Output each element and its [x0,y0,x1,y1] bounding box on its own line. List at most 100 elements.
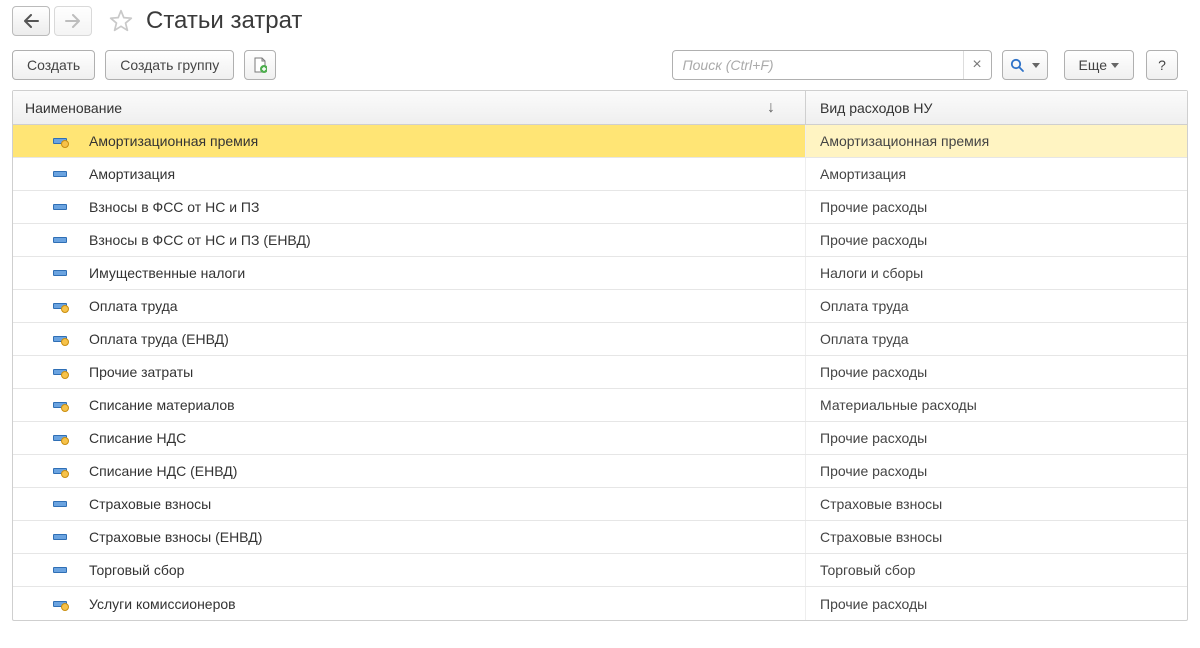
tag-dot-icon [53,336,67,342]
search-menu-button[interactable] [1002,50,1048,80]
row-kind-label: Материальные расходы [820,397,977,413]
table-row[interactable]: Амортизация Амортизация [13,158,1187,191]
create-group-button[interactable]: Создать группу [105,50,234,80]
cell-name: Взносы в ФСС от НС и ПЗ [13,191,805,223]
create-button-label: Создать [27,57,80,73]
item-icon [51,270,69,276]
cell-kind: Страховые взносы [805,488,1187,520]
row-name-label: Оплата труда [89,298,178,314]
row-kind-label: Амортизация [820,166,906,182]
cell-kind: Торговый сбор [805,554,1187,586]
nav-forward-button[interactable] [54,6,92,36]
row-name-label: Амортизация [89,166,175,182]
cell-kind: Прочие расходы [805,587,1187,620]
tag-icon [53,204,67,210]
row-kind-label: Прочие расходы [820,199,927,215]
row-name-label: Услуги комиссионеров [89,596,236,612]
row-name-label: Прочие затраты [89,364,193,380]
row-name-label: Амортизационная премия [89,133,258,149]
column-header-kind-label: Вид расходов НУ [820,100,932,116]
search-input[interactable] [673,57,963,73]
tag-icon [53,270,67,276]
cell-name: Имущественные налоги [13,257,805,289]
row-name-label: Взносы в ФСС от НС и ПЗ (ЕНВД) [89,232,311,248]
import-button[interactable] [244,50,276,80]
column-header-name-label: Наименование [25,100,122,116]
column-header-kind[interactable]: Вид расходов НУ [805,91,1187,124]
tag-dot-icon [53,369,67,375]
table-row[interactable]: Оплата труда (ЕНВД)Оплата труда [13,323,1187,356]
row-name-label: Страховые взносы (ЕНВД) [89,529,262,545]
tag-icon [53,567,67,573]
cell-name: Страховые взносы (ЕНВД) [13,521,805,553]
cell-kind: Прочие расходы [805,422,1187,454]
file-add-icon [253,57,267,73]
item-icon [51,204,69,210]
table-row[interactable]: Взносы в ФСС от НС и ПЗ (ЕНВД) Прочие рас… [13,224,1187,257]
cell-kind: Прочие расходы [805,356,1187,388]
table-row[interactable]: Торговый сбор Торговый сбор [13,554,1187,587]
row-kind-label: Оплата труда [820,298,909,314]
search-clear-button[interactable]: × [963,51,991,79]
chevron-down-icon [1032,63,1040,68]
tag-icon [53,501,67,507]
table-row[interactable]: Списание материаловМатериальные расходы [13,389,1187,422]
tag-dot-icon [53,435,67,441]
nav-back-button[interactable] [12,6,50,36]
more-button-label: Еще [1079,57,1108,73]
favorite-star-icon[interactable] [108,8,134,34]
cell-kind: Оплата труда [805,290,1187,322]
table-row[interactable]: Списание НДС (ЕНВД) Прочие расходы [13,455,1187,488]
more-button[interactable]: Еще [1064,50,1135,80]
page-title: Статьи затрат [146,7,302,35]
row-name-label: Торговый сбор [89,562,184,578]
toolbar: Создать Создать группу × Еще ? [0,46,1200,90]
row-kind-label: Прочие расходы [820,596,927,612]
sort-indicator-icon: ↓ [767,99,775,117]
row-kind-label: Прочие расходы [820,232,927,248]
table-row[interactable]: Амортизационная премия Амортизационная пр… [13,125,1187,158]
row-name-label: Взносы в ФСС от НС и ПЗ [89,199,259,215]
cell-name: Услуги комиссионеров [13,587,805,620]
cell-kind: Амортизационная премия [805,125,1187,157]
cell-name: Списание НДС [13,422,805,454]
row-kind-label: Прочие расходы [820,463,927,479]
item-icon [51,501,69,507]
cell-name: Оплата труда (ЕНВД) [13,323,805,355]
create-button[interactable]: Создать [12,50,95,80]
item-icon [51,237,69,243]
item-icon [51,534,69,540]
item-icon [51,303,69,309]
table-row[interactable]: Оплата труда Оплата труда [13,290,1187,323]
table-row[interactable]: Услуги комиссионеров Прочие расходы [13,587,1187,620]
create-group-button-label: Создать группу [120,57,219,73]
cell-kind: Амортизация [805,158,1187,190]
table-row[interactable]: Страховые взносы Страховые взносы [13,488,1187,521]
row-kind-label: Страховые взносы [820,529,942,545]
search-field[interactable]: × [672,50,992,80]
item-icon [51,171,69,177]
help-button[interactable]: ? [1146,50,1178,80]
cell-kind: Прочие расходы [805,224,1187,256]
close-icon: × [972,56,981,74]
row-kind-label: Прочие расходы [820,364,927,380]
cell-kind: Прочие расходы [805,191,1187,223]
cell-name: Списание НДС (ЕНВД) [13,455,805,487]
item-icon [51,138,69,144]
help-button-label: ? [1158,57,1166,73]
table-row[interactable]: Списание НДС Прочие расходы [13,422,1187,455]
column-header-name[interactable]: Наименование ↓ [13,91,805,124]
table-row[interactable]: Страховые взносы (ЕНВД) Страховые взносы [13,521,1187,554]
row-kind-label: Прочие расходы [820,430,927,446]
row-name-label: Страховые взносы [89,496,211,512]
item-icon [51,468,69,474]
cell-name: Взносы в ФСС от НС и ПЗ (ЕНВД) [13,224,805,256]
table-row[interactable]: Взносы в ФСС от НС и ПЗ Прочие расходы [13,191,1187,224]
row-kind-label: Налоги и сборы [820,265,923,281]
item-icon [51,601,69,607]
cell-name: Амортизация [13,158,805,190]
table-row[interactable]: Имущественные налоги Налоги и сборы [13,257,1187,290]
grid-header: Наименование ↓ Вид расходов НУ [13,91,1187,125]
tag-dot-icon [53,138,67,144]
table-row[interactable]: Прочие затраты Прочие расходы [13,356,1187,389]
